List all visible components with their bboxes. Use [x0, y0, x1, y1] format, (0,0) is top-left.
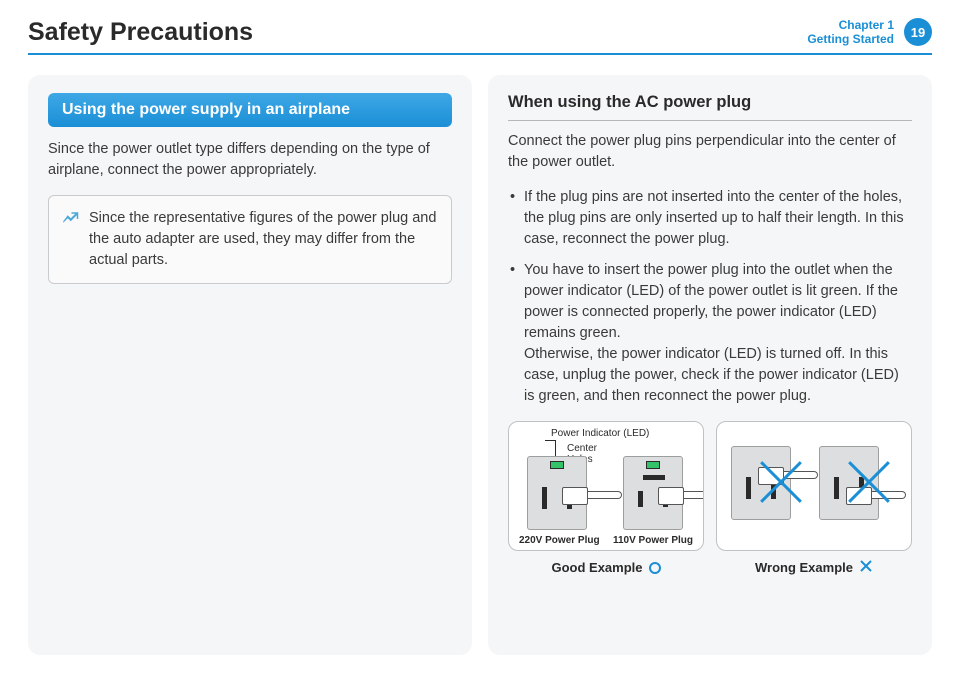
note-icon [61, 210, 79, 235]
note-box: Since the representative figures of the … [48, 195, 452, 284]
bullet-text: If the plug pins are not inserted into t… [524, 189, 904, 247]
outlet-slot [638, 491, 643, 507]
wrong-example-figure [716, 421, 912, 551]
outlet-220v [527, 456, 587, 530]
outlet-group [527, 456, 683, 530]
page-header: Safety Precautions Chapter 1 Getting Sta… [28, 18, 932, 55]
outlet-slot [746, 477, 751, 499]
bullet-text: You have to insert the power plug into t… [524, 262, 899, 404]
label-110v: 110V Power Plug [613, 535, 693, 546]
outlet-slot [834, 477, 839, 499]
led-icon [646, 461, 660, 469]
plug-220v [562, 481, 620, 509]
wrong-caption-text: Wrong Example [755, 560, 853, 575]
outlet-slot [643, 475, 665, 480]
note-text: Since the representative figures of the … [89, 210, 436, 268]
document-page: Safety Precautions Chapter 1 Getting Sta… [0, 0, 954, 677]
good-example-caption: Good Example [508, 559, 704, 576]
page-number-badge: 19 [904, 18, 932, 46]
header-right: Chapter 1 Getting Started 19 [807, 18, 932, 47]
led-icon [550, 461, 564, 469]
list-item: You have to insert the power plug into t… [508, 260, 912, 407]
right-column: When using the AC power plug Connect the… [488, 75, 932, 655]
x-mark-icon [841, 454, 897, 510]
airplane-intro-text: Since the power outlet type differs depe… [48, 139, 452, 181]
wrong-example-caption: Wrong Example [716, 559, 912, 576]
page-title: Safety Precautions [28, 18, 253, 47]
chapter-block: Chapter 1 Getting Started [807, 18, 894, 47]
left-column: Using the power supply in an airplane Si… [28, 75, 472, 655]
annot-led-label: Power Indicator (LED) [551, 428, 649, 439]
chapter-number: Chapter 1 [807, 18, 894, 32]
outlet-slot [542, 487, 547, 509]
section-heading-airplane: Using the power supply in an airplane [48, 93, 452, 127]
subheading-ac-plug: When using the AC power plug [508, 93, 912, 121]
x-mark-icon [753, 454, 809, 510]
good-example-figure: Power Indicator (LED) Center Holes [508, 421, 704, 551]
label-220v: 220V Power Plug [519, 535, 600, 546]
bullet-list: If the plug pins are not inserted into t… [508, 187, 912, 407]
ac-intro-text: Connect the power plug pins perpendicula… [508, 131, 912, 173]
plug-110v [658, 481, 704, 509]
wrong-outlet-group [731, 446, 879, 520]
outlet-110v [623, 456, 683, 530]
circle-icon [649, 562, 661, 574]
x-icon [859, 559, 873, 576]
chapter-name: Getting Started [807, 32, 894, 46]
list-item: If the plug pins are not inserted into t… [508, 187, 912, 250]
captions-row: Good Example Wrong Example [508, 559, 912, 576]
content-columns: Using the power supply in an airplane Si… [28, 75, 932, 655]
annot-line [545, 440, 555, 441]
examples-row: Power Indicator (LED) Center Holes [508, 421, 912, 551]
good-caption-text: Good Example [551, 560, 642, 575]
